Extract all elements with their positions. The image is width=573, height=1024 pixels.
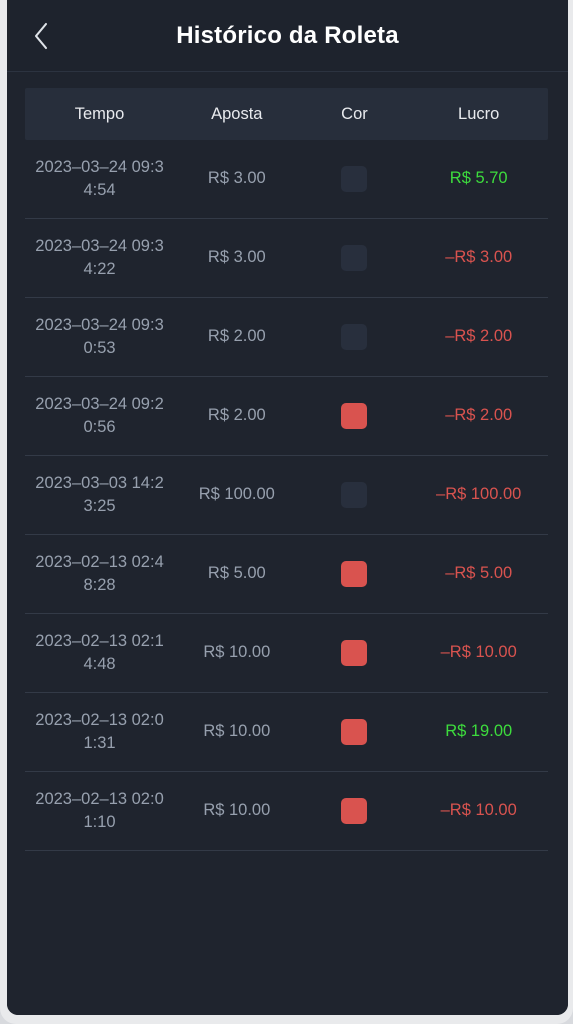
cell-tempo: 2023–03–24 09:30:53 xyxy=(35,315,164,357)
cell-tempo: 2023–03–24 09:34:22 xyxy=(35,236,164,278)
cell-aposta: R$ 3.00 xyxy=(207,169,266,188)
table-row[interactable]: 2023–03–24 09:20:56 R$ 2.00 –R$ 2.00 xyxy=(25,377,548,456)
table-header-row: Tempo Aposta Cor Lucro xyxy=(25,88,548,140)
cell-aposta: R$ 10.00 xyxy=(203,722,271,741)
cell-aposta: R$ 2.00 xyxy=(207,327,266,346)
cell-cor xyxy=(300,324,410,350)
cell-lucro: R$ 5.70 xyxy=(449,169,508,188)
cell-lucro: –R$ 3.00 xyxy=(445,248,513,267)
cell-lucro: –R$ 10.00 xyxy=(440,643,517,662)
cell-tempo: 2023–02–13 02:01:31 xyxy=(35,710,164,752)
cell-tempo: 2023–03–24 09:34:54 xyxy=(35,157,164,199)
history-table: Tempo Aposta Cor Lucro 2023–03–24 09:34:… xyxy=(7,72,568,1015)
cell-cor xyxy=(300,561,410,587)
color-swatch-red xyxy=(341,798,368,824)
table-row[interactable]: 2023–02–13 02:01:31 R$ 10.00 R$ 19.00 xyxy=(25,693,548,772)
column-header-tempo: Tempo xyxy=(74,104,125,123)
color-swatch-dark xyxy=(341,166,368,192)
column-header-lucro: Lucro xyxy=(458,104,500,123)
cell-cor xyxy=(300,798,410,824)
table-row[interactable]: 2023–02–13 02:48:28 R$ 5.00 –R$ 5.00 xyxy=(25,535,548,614)
column-header-aposta: Aposta xyxy=(211,104,263,123)
cell-cor xyxy=(300,719,410,745)
table-row[interactable]: 2023–03–24 09:34:54 R$ 3.00 R$ 5.70 xyxy=(25,140,548,219)
cell-aposta: R$ 2.00 xyxy=(207,406,266,425)
cell-tempo: 2023–02–13 02:48:28 xyxy=(35,552,164,594)
cell-cor xyxy=(300,403,410,429)
cell-aposta: R$ 10.00 xyxy=(203,643,271,662)
table-row[interactable]: 2023–03–24 09:34:22 R$ 3.00 –R$ 3.00 xyxy=(25,219,548,298)
cell-lucro: –R$ 100.00 xyxy=(436,485,522,504)
color-swatch-dark xyxy=(341,324,368,350)
cell-cor xyxy=(300,166,410,192)
title-bar: Histórico da Roleta xyxy=(7,0,568,72)
device-frame: Histórico da Roleta Tempo Aposta Cor Luc… xyxy=(0,0,573,1024)
color-swatch-dark xyxy=(341,482,368,508)
table-row[interactable]: 2023–02–13 02:14:48 R$ 10.00 –R$ 10.00 xyxy=(25,614,548,693)
cell-aposta: R$ 100.00 xyxy=(198,485,275,504)
cell-tempo: 2023–03–24 09:20:56 xyxy=(35,394,164,436)
table-row[interactable]: 2023–03–24 09:30:53 R$ 2.00 –R$ 2.00 xyxy=(25,298,548,377)
cell-aposta: R$ 3.00 xyxy=(207,248,266,267)
cell-lucro: R$ 19.00 xyxy=(445,722,513,741)
cell-lucro: –R$ 2.00 xyxy=(445,406,513,425)
cell-cor xyxy=(300,482,410,508)
cell-lucro: –R$ 2.00 xyxy=(445,327,513,346)
cell-tempo: 2023–03–03 14:23:25 xyxy=(35,473,164,515)
chevron-left-icon xyxy=(31,20,51,52)
cell-cor xyxy=(300,245,410,271)
column-header-cor: Cor xyxy=(341,104,368,123)
table-body: 2023–03–24 09:34:54 R$ 3.00 R$ 5.70 2023–03… xyxy=(25,140,548,851)
color-swatch-dark xyxy=(341,245,368,271)
table-row[interactable]: 2023–03–03 14:23:25 R$ 100.00 –R$ 100.00 xyxy=(25,456,548,535)
cell-aposta: R$ 5.00 xyxy=(207,564,266,583)
color-swatch-red xyxy=(341,719,368,745)
cell-cor xyxy=(300,640,410,666)
cell-tempo: 2023–02–13 02:14:48 xyxy=(35,631,164,673)
color-swatch-red xyxy=(341,561,368,587)
back-button[interactable] xyxy=(19,14,63,58)
color-swatch-red xyxy=(341,640,368,666)
cell-aposta: R$ 10.00 xyxy=(203,801,271,820)
page-title: Histórico da Roleta xyxy=(176,21,399,49)
table-row[interactable]: 2023–02–13 02:01:10 R$ 10.00 –R$ 10.00 xyxy=(25,772,548,851)
cell-lucro: –R$ 10.00 xyxy=(440,801,517,820)
cell-tempo: 2023–02–13 02:01:10 xyxy=(35,789,164,831)
app-screen: Histórico da Roleta Tempo Aposta Cor Luc… xyxy=(7,0,568,1015)
cell-lucro: –R$ 5.00 xyxy=(445,564,513,583)
color-swatch-red xyxy=(341,403,368,429)
